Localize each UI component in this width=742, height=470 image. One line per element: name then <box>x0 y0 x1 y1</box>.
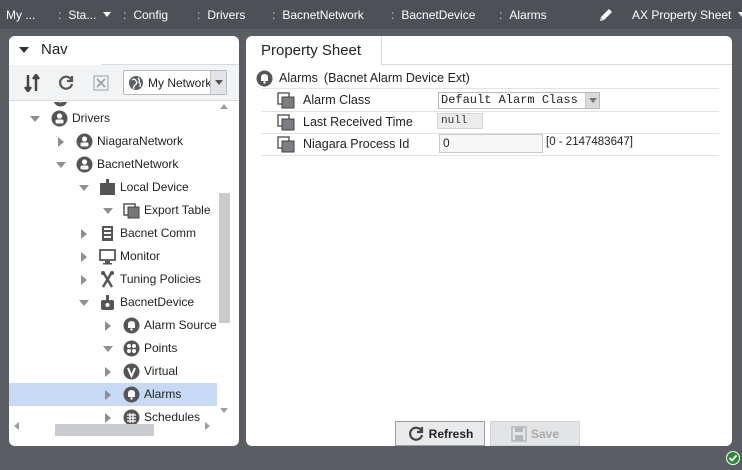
expander-icon[interactable] <box>79 228 89 239</box>
prop-niagara-process-id: Niagara Process Id <box>277 133 409 155</box>
expander-icon[interactable] <box>30 113 40 124</box>
close-icon[interactable] <box>91 73 111 93</box>
tree-item-niagaranetwork[interactable]: NiagaraNetwork <box>9 130 217 153</box>
bell-icon <box>256 70 273 86</box>
tree-item-monitor[interactable]: Monitor <box>9 245 217 268</box>
pencil-icon[interactable] <box>597 6 615 24</box>
save-button[interactable]: Save <box>490 421 580 446</box>
object-type: (Bacnet Alarm Device Ext) <box>323 71 470 85</box>
save-icon <box>511 425 527 442</box>
expander-icon[interactable] <box>56 159 66 170</box>
tree-item-bacnetnetwork[interactable]: BacnetNetwork <box>9 153 217 176</box>
tree-item-local-device[interactable]: Local Device <box>9 176 217 199</box>
slot-icon <box>277 91 295 108</box>
breadcrumb-drivers[interactable]: : Drivers <box>197 0 245 29</box>
object-name: Alarms <box>279 71 318 85</box>
breadcrumb-config[interactable]: : Config <box>123 0 168 29</box>
scroll-down-icon[interactable] <box>220 408 228 413</box>
object-header[interactable]: Alarms (Bacnet Alarm Device Ext) <box>256 67 470 89</box>
scroll-right-icon[interactable] <box>205 422 210 430</box>
process-id-range: [0 - 2147483647] <box>546 136 633 148</box>
expander-icon[interactable] <box>56 136 66 147</box>
expander-icon[interactable] <box>103 366 113 377</box>
network-icon <box>76 133 93 150</box>
expander-icon[interactable] <box>79 274 89 285</box>
row-divider <box>261 155 719 156</box>
tree-item-bacnet-comm[interactable]: Bacnet Comm <box>9 222 217 245</box>
bell-icon <box>123 317 140 334</box>
process-id-input[interactable]: 0 <box>439 134 543 153</box>
collapse-icon[interactable] <box>19 46 29 53</box>
nav-tab[interactable]: Nav <box>9 36 101 65</box>
expander-icon[interactable] <box>103 389 113 400</box>
tree-item-tuning-policies[interactable]: Tuning Policies <box>9 268 217 291</box>
scroll-up-icon[interactable] <box>220 104 228 109</box>
nav-toolbar: My Network <box>9 65 239 101</box>
tree-item-points[interactable]: Points <box>9 337 217 360</box>
globe-icon <box>129 75 143 90</box>
device-icon <box>101 295 114 310</box>
expander-icon[interactable] <box>103 320 113 331</box>
property-sheet-panel: Property Sheet Alarms (Bacnet Alarm Devi… <box>246 36 732 446</box>
status-ok-icon <box>726 451 740 465</box>
tuning-icon <box>101 271 114 288</box>
tree-item-alarms[interactable]: Alarms <box>9 383 217 406</box>
breadcrumb-station[interactable]: : Sta... <box>58 0 112 29</box>
nav-panel: Nav My Network Drivers NiagaraNetwork Ba… <box>9 36 239 446</box>
folder-icon <box>123 203 140 219</box>
tree-item-drivers[interactable]: Drivers <box>9 107 217 130</box>
bell-icon <box>123 386 140 403</box>
chevron-down-icon <box>103 12 112 17</box>
alarm-class-select[interactable]: Default Alarm Class <box>438 92 600 109</box>
virtual-icon <box>123 363 140 380</box>
points-icon <box>123 340 140 357</box>
view-selector[interactable]: AX Property Sheet <box>632 0 742 29</box>
tab-divider <box>382 64 732 65</box>
prop-last-received-time: Last Received Time <box>277 111 413 133</box>
tree-item-alarm-source[interactable]: Alarm Source I <box>9 314 217 337</box>
expander-icon[interactable] <box>79 251 89 262</box>
horizontal-scroll-thumb[interactable] <box>55 424 154 436</box>
refresh-button[interactable]: Refresh <box>395 421 485 446</box>
prop-alarm-class: Alarm Class <box>277 89 370 111</box>
scroll-left-icon[interactable] <box>14 422 19 430</box>
expander-icon[interactable] <box>103 205 113 216</box>
comm-icon <box>102 226 113 241</box>
top-nav-bar: My ... : Sta... : Config : Drivers : BacnetN… <box>0 0 742 29</box>
chevron-down-icon <box>738 12 742 17</box>
tab-property-sheet[interactable]: Property Sheet <box>246 36 382 65</box>
device-icon <box>100 179 115 195</box>
tree-item-virtual[interactable]: Virtual <box>9 360 217 383</box>
breadcrumb-alarms[interactable]: : Alarms <box>499 0 547 29</box>
last-received-value: null <box>437 113 483 129</box>
nav-tree: Drivers NiagaraNetwork BacnetNetwork Loc… <box>9 102 217 427</box>
refresh-icon <box>408 426 423 441</box>
refresh-icon[interactable] <box>56 73 76 93</box>
tree-item-bacnetdevice[interactable]: BacnetDevice <box>9 291 217 314</box>
breadcrumb-my[interactable]: My ... <box>6 0 35 29</box>
monitor-icon <box>99 249 116 265</box>
expander-icon[interactable] <box>103 343 113 354</box>
breadcrumb-bacnet-network[interactable]: : BacnetNetwork <box>272 0 364 29</box>
breadcrumb-bacnet-device[interactable]: : BacnetDevice <box>391 0 475 29</box>
sync-icon[interactable] <box>22 73 42 93</box>
driver-icon <box>51 110 68 127</box>
tree-item-export-table[interactable]: Export Table <box>9 199 217 222</box>
network-select[interactable]: My Network <box>123 70 227 95</box>
slot-icon <box>277 135 295 152</box>
vertical-scroll-thumb[interactable] <box>219 193 230 323</box>
expander-icon[interactable] <box>79 297 89 308</box>
expander-icon[interactable] <box>79 182 89 193</box>
slot-icon <box>277 113 295 130</box>
network-icon <box>76 156 93 173</box>
